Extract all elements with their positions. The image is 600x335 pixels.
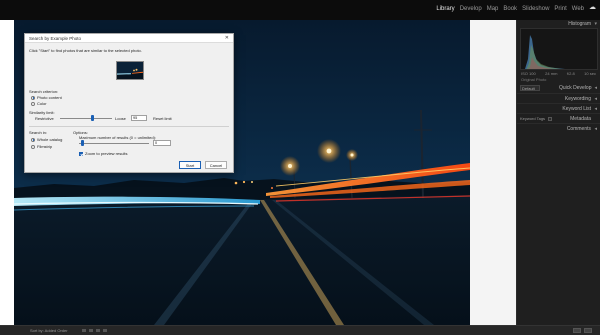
option-color[interactable]: Color xyxy=(31,101,47,106)
exif-shutter: 10 sec xyxy=(584,71,596,76)
selected-photo-thumbnail xyxy=(116,61,144,80)
keyword-tags-label: Keyword Tags xyxy=(520,116,546,121)
exif-focal: 24 mm xyxy=(545,71,558,76)
search-criterion-label: Search criterion: xyxy=(29,89,59,94)
disclosure-triangle-icon[interactable]: ◂ xyxy=(594,104,597,114)
filmstrip-toggle-icon[interactable] xyxy=(573,328,581,333)
disclosure-triangle-icon[interactable]: ◂ xyxy=(594,85,597,91)
exif-iso: ISO 100 xyxy=(521,71,536,76)
radio-icon[interactable] xyxy=(31,137,35,142)
panel-toggle-icon[interactable] xyxy=(584,328,592,333)
cancel-button[interactable]: Cancel xyxy=(205,161,227,169)
divider xyxy=(29,126,229,127)
stage-margin xyxy=(470,20,516,325)
dialog-titlebar: Search by Example Photo ✕ xyxy=(25,34,233,43)
quick-develop-row: Default Quick Develop ◂ xyxy=(517,83,600,93)
max-results-slider-track[interactable] xyxy=(79,143,149,144)
loupe-view-icon[interactable] xyxy=(89,329,93,332)
metadata-label[interactable]: Metadata xyxy=(570,116,597,122)
option-filmstrip[interactable]: Filmstrip xyxy=(31,144,52,149)
compare-view-icon[interactable] xyxy=(96,329,100,332)
metadata-row: Keyword Tags Metadata xyxy=(517,113,600,123)
zoom-preview-label: Zoom to preview results xyxy=(85,151,128,156)
max-results-label: Maximum number of results (0 = unlimited… xyxy=(79,135,157,140)
zoom-preview-option[interactable]: Zoom to preview results xyxy=(79,151,127,156)
toolbar-right-controls xyxy=(573,328,592,333)
cloud-icon[interactable]: ☁ xyxy=(589,4,597,11)
grid-view-icon[interactable] xyxy=(82,329,86,332)
option-whole-catalog-label: Whole catalog xyxy=(37,137,63,142)
checkbox-icon[interactable] xyxy=(548,116,553,121)
option-photo-content-label: Photo content xyxy=(37,95,62,100)
keywording-label: Keywording xyxy=(564,96,591,102)
radio-icon[interactable] xyxy=(31,101,35,106)
similarity-slider-thumb[interactable] xyxy=(91,115,94,121)
preset-select[interactable]: Default xyxy=(520,85,540,91)
search-in-label: Search in: xyxy=(29,130,48,135)
quick-develop-label[interactable]: Quick Develop xyxy=(559,85,592,91)
module-web[interactable]: Web xyxy=(572,6,584,12)
toolbar-controls xyxy=(82,329,107,332)
similarity-slider-track[interactable] xyxy=(60,118,112,119)
histogram-header[interactable]: Histogram ▾ xyxy=(517,20,600,28)
lightroom-window: Library Develop Map Book Slideshow Print… xyxy=(0,0,600,335)
loose-label: Loose xyxy=(115,116,126,121)
dialog-instruction: Click "Start" to find photos that are si… xyxy=(29,48,142,53)
module-picker: Library Develop Map Book Slideshow Print… xyxy=(436,6,584,12)
keyword-list-label: Keyword List xyxy=(562,106,591,112)
similarity-label: Similarity limit: xyxy=(29,110,55,115)
module-map[interactable]: Map xyxy=(487,6,499,12)
comments-label: Comments xyxy=(566,126,591,132)
radio-icon[interactable] xyxy=(31,144,35,149)
disclosure-triangle-icon[interactable]: ▾ xyxy=(594,20,597,28)
search-by-example-dialog: Search by Example Photo ✕ Click "Start" … xyxy=(24,33,234,173)
module-print[interactable]: Print xyxy=(554,6,566,12)
option-whole-catalog[interactable]: Whole catalog xyxy=(31,137,62,142)
disclosure-triangle-icon[interactable]: ◂ xyxy=(594,124,597,134)
histogram-label: Histogram xyxy=(568,21,591,27)
max-results-input[interactable]: 0 xyxy=(153,140,171,146)
histogram-exif: ISO 100 24 mm f/2.8 10 sec xyxy=(517,70,600,77)
restrictive-label: Restrictive xyxy=(35,116,54,121)
module-slideshow[interactable]: Slideshow xyxy=(522,6,549,12)
exif-aperture: f/2.8 xyxy=(566,71,575,76)
max-results-slider-thumb[interactable] xyxy=(81,140,84,146)
checkbox-icon[interactable] xyxy=(79,151,83,156)
module-book[interactable]: Book xyxy=(503,6,517,12)
reset-limit-button[interactable]: Reset limit xyxy=(153,116,172,121)
option-color-label: Color xyxy=(37,101,47,106)
comments-header[interactable]: Comments ◂ xyxy=(517,123,600,133)
option-filmstrip-label: Filmstrip xyxy=(37,144,53,149)
keyword-list-header[interactable]: Keyword List ◂ xyxy=(517,103,600,113)
keywording-header[interactable]: Keywording ◂ xyxy=(517,93,600,103)
survey-view-icon[interactable] xyxy=(103,329,107,332)
close-icon[interactable]: ✕ xyxy=(225,34,229,43)
option-photo-content[interactable]: Photo content xyxy=(31,95,62,100)
module-library[interactable]: Library xyxy=(436,6,454,12)
similarity-value-input[interactable]: 95 xyxy=(131,115,147,121)
histogram xyxy=(520,28,598,70)
right-panel: Histogram ▾ ISO 100 24 mm f/2.8 10 sec O… xyxy=(516,20,600,325)
module-bar: Library Develop Map Book Slideshow Print… xyxy=(0,0,600,20)
module-develop[interactable]: Develop xyxy=(460,6,482,12)
sort-label[interactable]: Sort by: Added Order xyxy=(30,328,68,333)
start-button[interactable]: Start xyxy=(179,161,201,169)
toolbar: Sort by: Added Order xyxy=(0,325,600,335)
left-panel xyxy=(0,20,14,325)
radio-icon[interactable] xyxy=(31,95,35,100)
dialog-title: Search by Example Photo xyxy=(29,36,82,41)
